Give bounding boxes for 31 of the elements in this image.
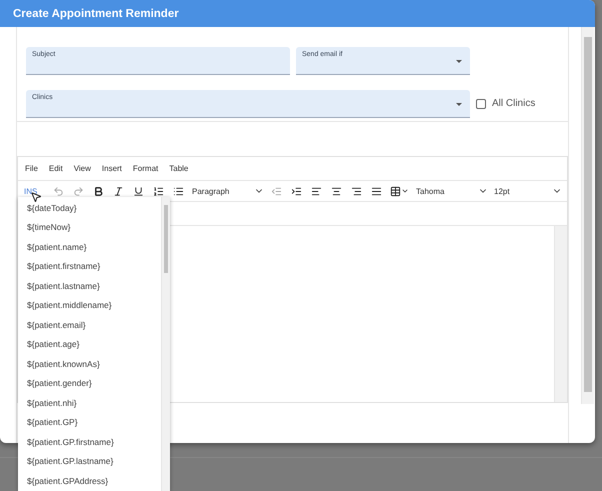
menu-item[interactable]: ${patient.GP} — [18, 412, 161, 432]
menu-item[interactable]: ${patient.gender} — [18, 374, 161, 393]
menu-item[interactable]: ${patient.email} — [18, 315, 161, 334]
menu-item[interactable]: ${patient.knownAs} — [18, 354, 161, 374]
menu-item[interactable]: View — [74, 164, 91, 173]
scrollbar[interactable] — [581, 27, 594, 404]
menu-item[interactable]: ${patient.firstname} — [18, 256, 161, 276]
menu-item[interactable]: ${dateToday} — [18, 198, 161, 218]
font-size-select[interactable]: 12pt — [490, 183, 564, 199]
menu-item[interactable]: ${patient.GP.lastname} — [18, 452, 161, 471]
menu-item[interactable]: ${patient.GP.firstname} — [18, 432, 161, 452]
menu-item[interactable]: File — [25, 164, 38, 173]
menu-item[interactable]: ${patient.middlename} — [18, 296, 161, 315]
scrollbar[interactable] — [161, 197, 170, 491]
font-select[interactable]: Tahoma — [412, 183, 490, 199]
menu-item[interactable]: Insert — [102, 164, 122, 173]
menu-item[interactable]: Table — [169, 164, 188, 173]
menu-item[interactable]: Format — [132, 164, 158, 173]
dialog-title: Create Appointment Reminder — [0, 0, 595, 27]
insert-button[interactable]: INS — [24, 186, 48, 196]
menu-item[interactable]: ${patient.age} — [18, 334, 161, 354]
all-clinics-checkbox[interactable]: All Clinics — [476, 98, 568, 110]
menu-item[interactable]: ${patient.GPAddress} — [18, 471, 161, 490]
scrollbar[interactable] — [554, 226, 567, 402]
menu-item[interactable]: ${patient.nhi} — [18, 393, 161, 412]
menu-item[interactable]: Edit — [48, 164, 63, 173]
menu-item[interactable]: ${timeNow} — [18, 218, 161, 237]
menu-item[interactable]: ${patient.name} — [18, 237, 161, 256]
menu-item[interactable]: ${patient.lastname} — [18, 276, 161, 296]
block-format-select[interactable]: Paragraph — [188, 183, 266, 199]
checkbox-icon[interactable] — [476, 98, 486, 109]
